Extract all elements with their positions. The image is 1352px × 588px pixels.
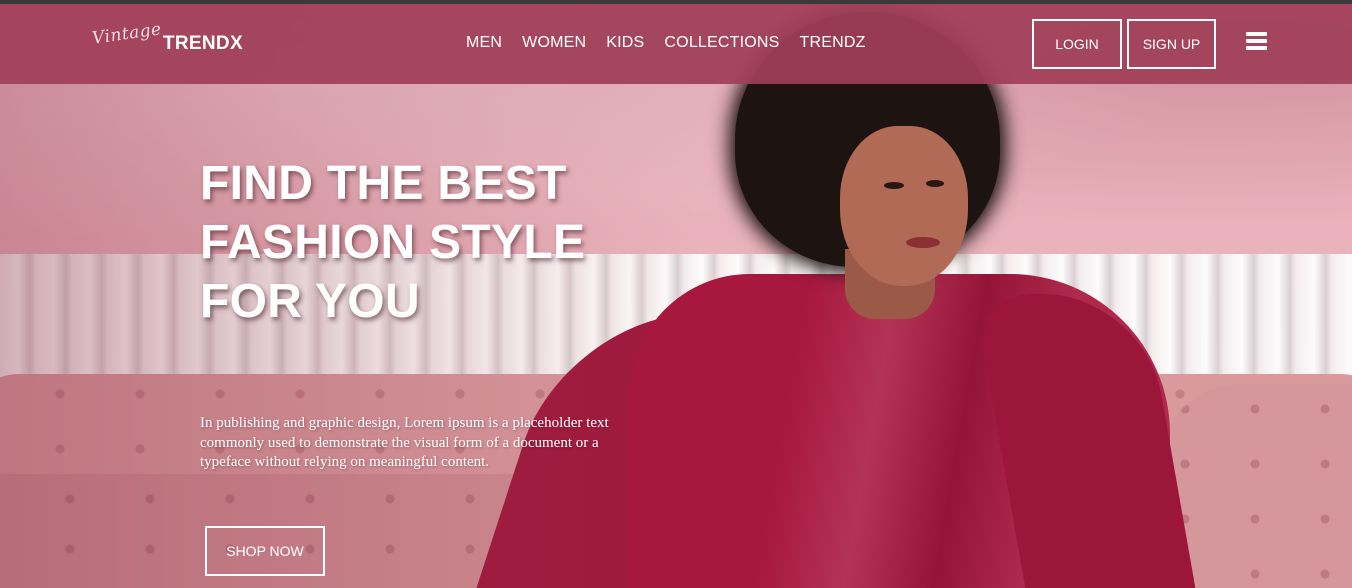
nav-link-trendz[interactable]: TRENDZ [800, 34, 866, 52]
hero-description: In publishing and graphic design, Lorem … [200, 415, 609, 470]
page: Vintage TRENDX MEN WOMEN KIDS COLLECTION… [0, 4, 1352, 588]
login-button[interactable]: LOGIN [1032, 19, 1122, 69]
nav-link-men[interactable]: MEN [466, 34, 502, 52]
hamburger-menu-icon[interactable] [1246, 32, 1267, 51]
nav-link-kids[interactable]: KIDS [606, 34, 644, 52]
navbar: Vintage TRENDX MEN WOMEN KIDS COLLECTION… [0, 4, 1352, 84]
shop-now-button[interactable]: SHOP NOW [205, 526, 325, 576]
nav-link-women[interactable]: WOMEN [522, 34, 586, 52]
lips [906, 237, 940, 248]
face [840, 126, 968, 286]
eye [926, 180, 944, 187]
logo-wordmark: TRENDX [163, 33, 243, 54]
nav-link-collections[interactable]: COLLECTIONS [664, 34, 779, 52]
main-nav: MEN WOMEN KIDS COLLECTIONS TRENDZ [466, 34, 866, 52]
logo-script: Vintage [90, 19, 163, 49]
eye [884, 182, 904, 189]
hero-title: FIND THE BEST FASHION STYLE FOR YOU [200, 157, 586, 328]
signup-button[interactable]: SIGN UP [1127, 19, 1216, 69]
